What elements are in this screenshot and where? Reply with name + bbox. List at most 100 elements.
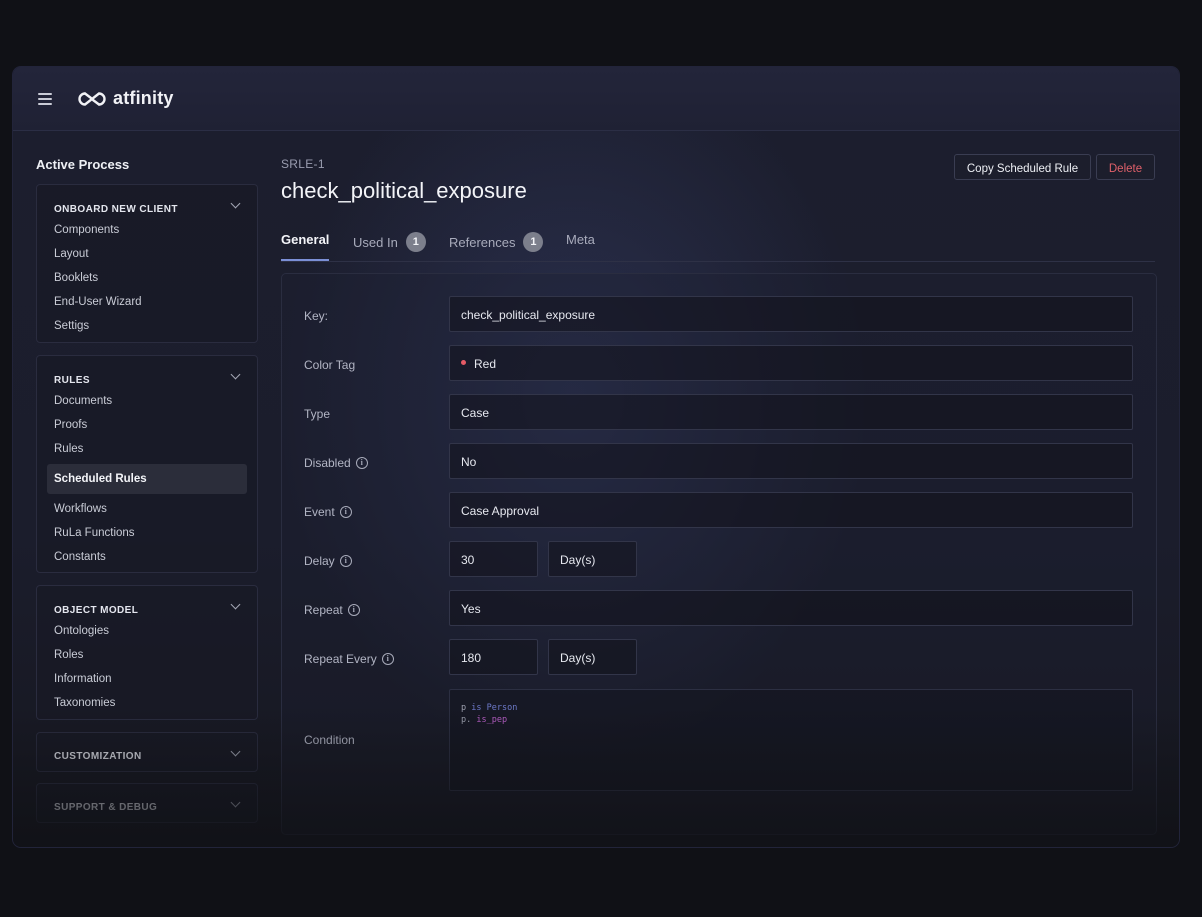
label-text: Repeat bbox=[304, 603, 343, 617]
sidebar-item-end-user-wizard[interactable]: End-User Wizard bbox=[37, 290, 257, 314]
group-label: ONBOARD NEW CLIENT bbox=[54, 204, 178, 215]
sidebar-item-rula-functions[interactable]: RuLa Functions bbox=[37, 521, 257, 545]
sidebar-item-documents[interactable]: Documents bbox=[37, 389, 257, 413]
sidebar-item-scheduled-rules[interactable]: Scheduled Rules bbox=[47, 464, 247, 494]
tab-label: Meta bbox=[566, 232, 595, 247]
disabled-label: Disabled i bbox=[304, 456, 368, 470]
rule-id: SRLE-1 bbox=[281, 157, 325, 171]
label-text: Key: bbox=[304, 309, 329, 323]
delay-unit-select[interactable]: Day(s) bbox=[548, 541, 637, 577]
group-label: CUSTOMIZATION bbox=[54, 751, 142, 762]
event-label: Event i bbox=[304, 505, 352, 519]
count-badge: 1 bbox=[523, 232, 544, 252]
sidebar-group-object-model: OBJECT MODEL Ontologies Roles Informatio… bbox=[36, 585, 258, 720]
info-icon[interactable]: i bbox=[339, 506, 352, 518]
sidebar-item-booklets[interactable]: Booklets bbox=[37, 266, 257, 290]
sidebar-item-roles[interactable]: Roles bbox=[37, 643, 257, 667]
delete-button[interactable]: Delete bbox=[1096, 154, 1155, 180]
repeat-every-label: Repeat Every i bbox=[304, 652, 394, 666]
sidebar-item-rules[interactable]: Rules bbox=[37, 437, 257, 461]
label-text: Repeat Every bbox=[304, 652, 377, 666]
repeat-every-value-input[interactable]: 180 bbox=[449, 639, 538, 675]
page-title: check_political_exposure bbox=[281, 178, 527, 203]
color-tag-value: Red bbox=[474, 357, 497, 371]
code-line: p is Person bbox=[461, 702, 1121, 714]
disabled-select[interactable]: No bbox=[449, 443, 1133, 479]
sidebar-group-support-debug[interactable]: SUPPORT & DEBUG bbox=[36, 783, 258, 823]
chevron-down-icon bbox=[230, 369, 241, 380]
label-text: Delay bbox=[304, 554, 335, 568]
condition-label: Condition bbox=[304, 733, 355, 747]
label-text: Event bbox=[304, 505, 335, 519]
info-icon[interactable]: i bbox=[347, 604, 360, 616]
sidebar-item-workflows[interactable]: Workflows bbox=[37, 497, 257, 521]
repeat-select[interactable]: Yes bbox=[449, 590, 1133, 626]
label-text: Disabled bbox=[304, 456, 351, 470]
group-label: SUPPORT & DEBUG bbox=[54, 802, 158, 813]
type-select[interactable]: Case bbox=[449, 394, 1133, 430]
group-header[interactable]: CUSTOMIZATION bbox=[37, 733, 257, 762]
label-text: Condition bbox=[304, 733, 355, 747]
code-token: p bbox=[461, 703, 467, 713]
chevron-down-icon bbox=[230, 599, 241, 610]
tab-label: Used In bbox=[353, 234, 398, 250]
tab-meta[interactable]: Meta bbox=[566, 232, 595, 247]
atfinity-logo-icon bbox=[78, 91, 106, 106]
color-tag-select[interactable]: Red bbox=[449, 345, 1133, 381]
group-label: OBJECT MODEL bbox=[54, 605, 139, 616]
tab-references[interactable]: References 1 bbox=[449, 232, 544, 252]
sidebar-item-components[interactable]: Components bbox=[37, 218, 257, 242]
key-label: Key: bbox=[304, 309, 328, 323]
tab-used-in[interactable]: Used In 1 bbox=[353, 232, 426, 252]
copy-scheduled-rule-button[interactable]: Copy Scheduled Rule bbox=[954, 154, 1091, 180]
tab-bar: General Used In 1 References 1 Meta bbox=[281, 227, 1155, 262]
sidebar-item-settings[interactable]: Settigs bbox=[37, 314, 257, 338]
sidebar-group-rules: RULES Documents Proofs Rules Scheduled R… bbox=[36, 355, 258, 573]
group-header[interactable]: OBJECT MODEL bbox=[37, 586, 257, 616]
hamburger-icon[interactable] bbox=[38, 93, 52, 105]
sidebar-item-taxonomies[interactable]: Taxonomies bbox=[37, 691, 257, 715]
info-icon[interactable]: i bbox=[355, 457, 368, 469]
sidebar-item-proofs[interactable]: Proofs bbox=[37, 413, 257, 437]
count-badge: 1 bbox=[405, 232, 426, 252]
info-icon[interactable]: i bbox=[381, 653, 394, 665]
info-icon[interactable]: i bbox=[339, 555, 352, 567]
chevron-down-icon bbox=[230, 797, 241, 808]
sidebar-group-onboard: ONBOARD NEW CLIENT Components Layout Boo… bbox=[36, 184, 258, 343]
event-select[interactable]: Case Approval bbox=[449, 492, 1133, 528]
app-window: atfinity Active Process ONBOARD NEW CLIE… bbox=[13, 67, 1179, 847]
type-label: Type bbox=[304, 407, 330, 421]
code-token: p. bbox=[461, 715, 472, 725]
brand-logo[interactable]: atfinity bbox=[77, 88, 174, 109]
chevron-down-icon bbox=[230, 198, 241, 209]
tab-label: General bbox=[281, 232, 330, 247]
sidebar-item-layout[interactable]: Layout bbox=[37, 242, 257, 266]
group-header[interactable]: SUPPORT & DEBUG bbox=[37, 784, 257, 813]
repeat-label: Repeat i bbox=[304, 603, 360, 617]
tab-label: References bbox=[449, 234, 516, 250]
sidebar-title: Active Process bbox=[36, 157, 130, 172]
top-bar: atfinity bbox=[13, 67, 1179, 131]
group-header[interactable]: RULES bbox=[37, 356, 257, 386]
key-input[interactable]: check_political_exposure bbox=[449, 296, 1133, 332]
sidebar-group-customization[interactable]: CUSTOMIZATION bbox=[36, 732, 258, 772]
brand-name: atfinity bbox=[113, 88, 174, 108]
code-token: is_pep bbox=[476, 715, 508, 725]
group-header[interactable]: ONBOARD NEW CLIENT bbox=[37, 185, 257, 215]
active-tab-indicator bbox=[281, 259, 329, 261]
color-tag-label: Color Tag bbox=[304, 358, 355, 372]
chevron-down-icon bbox=[230, 746, 241, 757]
sidebar-item-ontologies[interactable]: Ontologies bbox=[37, 619, 257, 643]
condition-code-editor[interactable]: p is Person p. is_pep bbox=[449, 689, 1133, 791]
code-token: is Person bbox=[471, 703, 518, 713]
delay-value-input[interactable]: 30 bbox=[449, 541, 538, 577]
label-text: Color Tag bbox=[304, 358, 356, 372]
repeat-every-unit-select[interactable]: Day(s) bbox=[548, 639, 637, 675]
sidebar-item-constants[interactable]: Constants bbox=[37, 545, 257, 569]
sidebar-item-information[interactable]: Information bbox=[37, 667, 257, 691]
delay-label: Delay i bbox=[304, 554, 352, 568]
label-text: Type bbox=[304, 407, 331, 421]
color-dot-icon bbox=[461, 360, 466, 366]
tab-general[interactable]: General bbox=[281, 232, 329, 247]
code-line: p. is_pep bbox=[461, 714, 1121, 726]
